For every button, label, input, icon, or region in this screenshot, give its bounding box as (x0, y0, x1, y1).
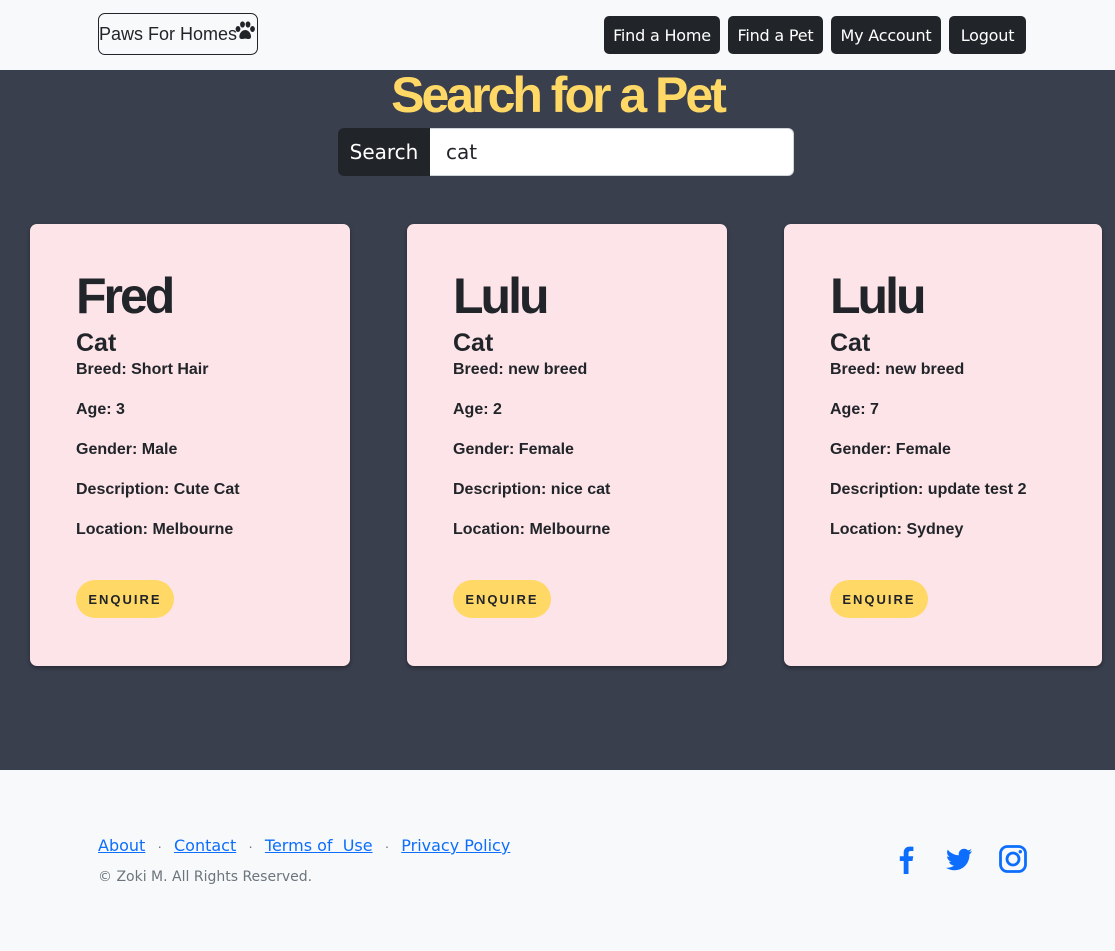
main-section: Search for a Pet Search Fred Cat Breed: … (0, 67, 1115, 770)
pet-description: Description: update test 2 (830, 481, 1027, 498)
pet-description: Description: Cute Cat (76, 481, 240, 498)
pet-breed: Breed: new breed (830, 361, 965, 378)
pet-name: Lulu (453, 268, 550, 324)
brand-name: Paws For Homes (99, 23, 238, 44)
enquire-button[interactable]: ENQUIRE (453, 580, 551, 618)
pet-card: Lulu Cat Breed: new breed Age: 2 Gender:… (407, 224, 727, 666)
footer-link-contact[interactable]: Contact (174, 836, 236, 855)
footer-separator: · (248, 837, 253, 854)
search-label: Search (338, 128, 430, 176)
pet-location: Location: Melbourne (453, 521, 611, 538)
pet-age: Age: 3 (76, 401, 125, 418)
brand-logo[interactable]: Paws For Homes (98, 13, 258, 55)
copyright-text: © Zoki M. All Rights Reserved. (98, 869, 313, 885)
pet-type: Cat (830, 329, 871, 357)
search-group: Search (338, 128, 794, 176)
pet-card: Lulu Cat Breed: new breed Age: 7 Gender:… (784, 224, 1102, 666)
facebook-icon[interactable] (891, 844, 921, 874)
nav-find-a-home-button[interactable]: Find a Home (604, 16, 720, 54)
instagram-icon[interactable] (998, 844, 1028, 874)
nav-logout-button[interactable]: Logout (949, 16, 1026, 54)
pet-type: Cat (76, 329, 117, 357)
pet-description: Description: nice cat (453, 481, 611, 498)
footer-separator: · (384, 837, 390, 854)
paw-icon (235, 21, 255, 39)
pet-location: Location: Sydney (830, 521, 964, 538)
footer-links: About · Contact · Terms of Use · Privacy… (98, 836, 510, 855)
nav-my-account-button[interactable]: My Account (831, 16, 941, 54)
pet-name: Lulu (830, 268, 927, 324)
footer-link-about[interactable]: About (98, 836, 145, 855)
footer-separator: · (157, 837, 162, 854)
footer-link-terms[interactable]: Terms of Use (265, 836, 373, 855)
twitter-icon[interactable] (944, 844, 974, 874)
footer-link-privacy[interactable]: Privacy Policy (401, 836, 510, 855)
pet-card: Fred Cat Breed: Short Hair Age: 3 Gender… (30, 224, 350, 666)
pet-gender: Gender: Female (453, 441, 574, 458)
pet-name: Fred (76, 268, 175, 324)
page-title: Search for a Pet (391, 67, 727, 123)
pet-breed: Breed: new breed (453, 361, 588, 378)
nav-find-a-pet-button[interactable]: Find a Pet (728, 16, 823, 54)
footer: About · Contact · Terms of Use · Privacy… (0, 770, 1115, 951)
pet-gender: Gender: Male (76, 441, 178, 458)
enquire-button[interactable]: ENQUIRE (830, 580, 928, 618)
pet-age: Age: 2 (453, 401, 502, 418)
enquire-button[interactable]: ENQUIRE (76, 580, 174, 618)
pet-age: Age: 7 (830, 401, 879, 418)
search-input[interactable] (430, 128, 794, 176)
pet-type: Cat (453, 329, 494, 357)
navbar: Paws For Homes Find a Home Find a Pet My… (0, 0, 1115, 70)
pet-location: Location: Melbourne (76, 521, 234, 538)
pet-breed: Breed: Short Hair (76, 361, 209, 378)
pet-gender: Gender: Female (830, 441, 951, 458)
